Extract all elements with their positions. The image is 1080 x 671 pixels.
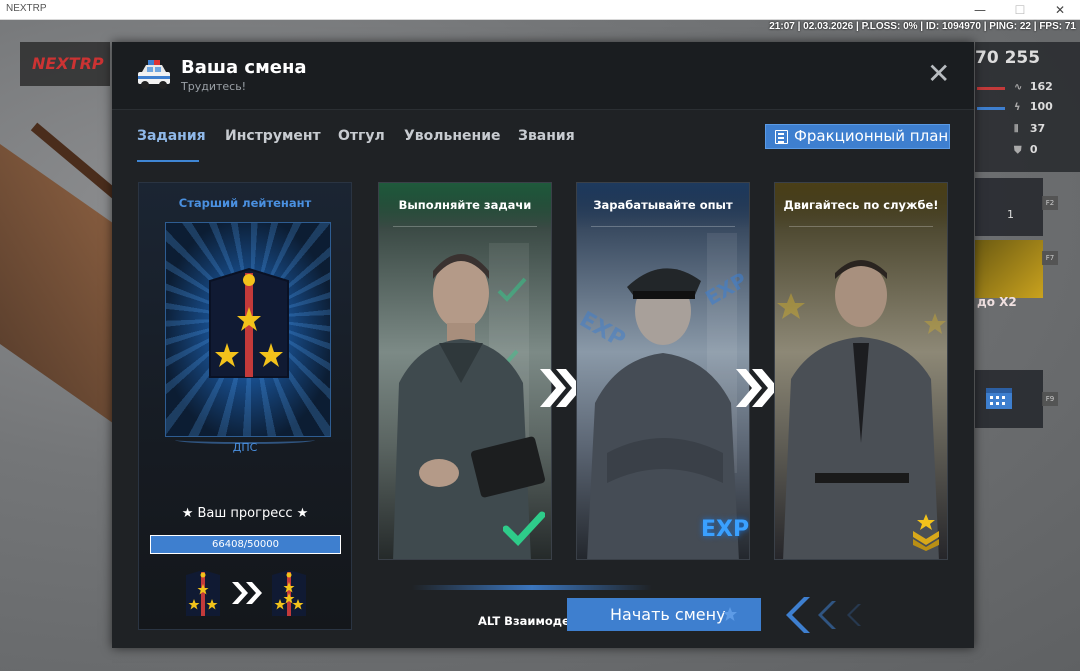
minimize-button[interactable]: —: [960, 1, 1000, 19]
hud-slot-f2[interactable]: 1: [975, 178, 1043, 236]
hud-stat-health: ∿ 162: [1014, 80, 1053, 93]
card-earn-experience: EXP EXP Зарабатывайте опыт EXP: [576, 182, 750, 560]
officer-standing-illustration: [777, 260, 946, 559]
rank-chevron-icon: [913, 514, 939, 551]
tab-day-off[interactable]: Отгул: [338, 128, 385, 144]
progress-title: ★ Ваш прогресс ★: [181, 506, 309, 521]
start-shift-button[interactable]: Начать смену: [567, 598, 761, 631]
heartbeat-icon: ∿: [1014, 82, 1023, 93]
officer-tablet-illustration: [393, 243, 545, 559]
calendar-icon: [986, 388, 1012, 409]
armor-bar: [977, 107, 1005, 110]
card-title-career: Двигайтесь по службе!: [775, 183, 947, 229]
progress-text: 66408/50000: [212, 539, 279, 550]
card-career-growth: Двигайтесь по службе!: [774, 182, 948, 560]
hud-slot-f9[interactable]: [975, 370, 1043, 428]
active-tab-indicator: [137, 160, 199, 162]
faction-plan-label: Фракционный план: [794, 127, 949, 145]
modal-header: Ваша смена Трудитесь! ✕: [112, 42, 974, 110]
rank-panel: Старший лейтенант ДПС ★ Ваш прогресс ★ 6…: [138, 182, 352, 630]
progress-bar: 66408/50000: [150, 535, 341, 554]
card-divider: [591, 226, 735, 227]
card-divider: [393, 226, 537, 227]
modal-title: Ваша смена: [181, 57, 307, 78]
document-icon: [775, 130, 788, 144]
faction-plan-button[interactable]: Фракционный план: [765, 124, 950, 149]
card-divider: [789, 226, 933, 227]
hud-money: 70 255: [975, 48, 1041, 68]
health-bar: [977, 87, 1005, 90]
close-icon[interactable]: ✕: [927, 60, 950, 88]
chevron-left-decor-icon: [786, 597, 861, 633]
rank-department: ДПС: [232, 441, 258, 454]
hud-stat-energy: ϟ 100: [1014, 100, 1053, 113]
status-bar: 21:07 | 02.03.2026 | P.LOSS: 0% | ID: 10…: [769, 21, 1076, 32]
hud-logo: NEXTRP: [20, 42, 110, 86]
key-f2: F2: [1042, 196, 1058, 210]
card-title-experience: Зарабатывайте опыт: [577, 183, 749, 229]
next-rank-strap-icon: [272, 570, 306, 616]
current-rank-strap-icon: [186, 570, 220, 616]
check-icon: [503, 511, 545, 547]
shift-modal: Ваша смена Трудитесь! ✕ Задания Инструме…: [112, 42, 974, 648]
close-window-button[interactable]: ✕: [1040, 1, 1080, 19]
window-titlebar: NEXTRP — ☐ ✕: [0, 0, 1080, 20]
hud-slot-f2-value: 1: [1007, 208, 1014, 221]
lightning-icon: ϟ: [1014, 102, 1021, 113]
next-rank-arrow-icon: [232, 582, 262, 604]
tab-tools[interactable]: Инструмент: [225, 128, 321, 144]
svg-text:EXP: EXP: [577, 307, 629, 353]
maximize-button[interactable]: ☐: [1000, 1, 1040, 19]
tab-tasks[interactable]: Задания: [137, 128, 206, 144]
card-complete-tasks: Выполняйте задачи: [378, 182, 552, 560]
key-f9: F9: [1042, 392, 1058, 406]
exp-badge: EXP: [701, 517, 750, 542]
ammo-icon: ⦀: [1014, 124, 1019, 135]
card-title-tasks: Выполняйте задачи: [379, 183, 551, 229]
start-shift-label: Начать смену: [610, 605, 726, 624]
key-f7: F7: [1042, 251, 1058, 265]
tab-dismissal[interactable]: Увольнение: [404, 128, 501, 144]
hud-stat-shield: ⛊ 0: [1014, 143, 1038, 156]
window-title: NEXTRP: [6, 3, 47, 14]
shoulder-strap-icon: [209, 267, 289, 378]
modal-subtitle: Трудитесь!: [181, 80, 247, 93]
rank-title: Старший лейтенант: [178, 196, 312, 210]
officer-cap-illustration: EXP EXP: [577, 233, 749, 559]
shield-icon: ⛊: [1014, 145, 1022, 156]
rank-insignia-card: [165, 222, 331, 437]
star-icon: [723, 607, 737, 621]
hud-slot-f7[interactable]: до X2: [975, 240, 1043, 309]
hud-slot-f7-value: до X2: [977, 295, 1017, 309]
bottom-glow: [412, 585, 652, 590]
police-car-icon: [138, 60, 170, 89]
tab-ranks[interactable]: Звания: [518, 128, 575, 144]
hud-stat-ammo: ⦀ 37: [1014, 122, 1046, 135]
